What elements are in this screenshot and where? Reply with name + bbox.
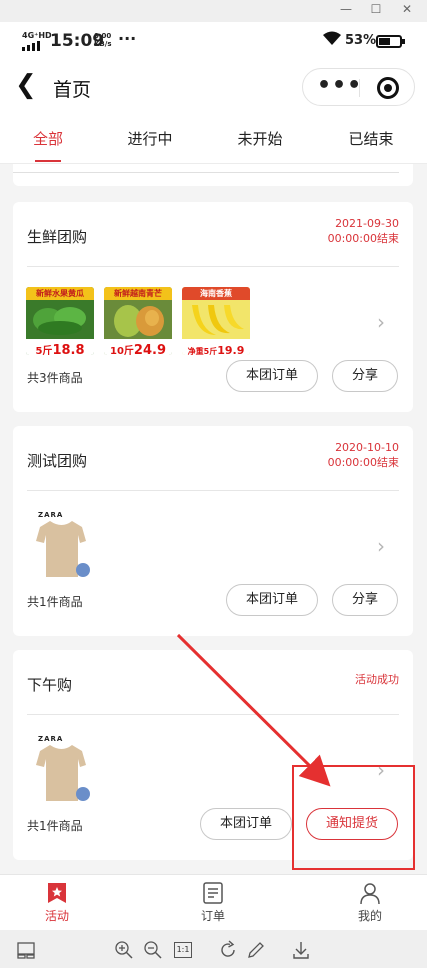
bottom-tab-activity[interactable]: 活动 [27, 881, 87, 924]
price-value: 24.9 [133, 343, 166, 355]
product-thumb-tshirt[interactable]: ZARA [26, 735, 94, 803]
share-button[interactable]: 分享 [332, 584, 398, 616]
card-divider [27, 266, 399, 267]
price-unit: 净重5斤 [187, 347, 218, 355]
net-speed-value: 0.00 [94, 32, 112, 40]
tab-in-progress[interactable]: 进行中 [110, 128, 190, 149]
product-price: 10斤24.9 [104, 339, 172, 355]
brand-logo: ZARA [38, 735, 64, 743]
panel-toggle-icon[interactable] [16, 940, 36, 960]
end-time: 00:00:00结束 [327, 232, 399, 245]
group-orders-button[interactable]: 本团订单 [226, 584, 318, 616]
net-speed: 0.00 KB/s [94, 32, 111, 48]
product-banner: 海南香蕉 [182, 287, 250, 300]
zoom-out-icon[interactable] [143, 940, 163, 960]
cucumber-image [33, 307, 86, 335]
group-buy-card[interactable]: 生鲜团购 2021-09-30 00:00:00结束 新鲜水果黄瓜 5斤18.8… [13, 202, 413, 412]
share-button[interactable]: 分享 [332, 360, 398, 392]
badge-icon [76, 563, 90, 577]
price-unit: 10斤 [110, 346, 134, 355]
viewer-toolbar: 1:1 [0, 930, 427, 968]
wifi-icon [323, 31, 341, 45]
bottom-tab-bar: 活动 订单 我的 [0, 874, 427, 930]
end-date: 2021-09-30 [335, 217, 399, 230]
battery-percent: 53% [345, 33, 377, 48]
bottom-tab-orders[interactable]: 订单 [183, 881, 243, 924]
zoom-in-icon[interactable] [114, 940, 134, 960]
card-title: 测试团购 [27, 452, 88, 470]
tab-bar: 全部 进行中 未开始 已结束 [0, 112, 427, 164]
person-icon [360, 883, 380, 905]
card-divider [27, 714, 399, 715]
actual-size-button[interactable]: 1:1 [174, 942, 192, 958]
rotate-icon[interactable] [218, 940, 238, 960]
brand-logo: ZARA [38, 511, 64, 519]
battery-icon [376, 35, 405, 48]
download-icon[interactable] [291, 940, 311, 960]
product-thumb-mango[interactable]: 新鲜越南青芒 10斤24.9 [104, 287, 172, 355]
status-text: 活动成功 [355, 673, 399, 686]
bottom-tab-label: 订单 [200, 909, 225, 923]
maximize-icon[interactable]: ☐ [364, 2, 388, 16]
product-price: 净重5斤19.9 [182, 339, 250, 355]
document-icon [203, 882, 223, 904]
back-arrow-icon[interactable]: ❮ [15, 72, 37, 98]
window-titlebar: — ☐ ✕ [0, 0, 427, 22]
item-count: 共1件商品 [27, 595, 83, 609]
price-value: 18.8 [52, 343, 85, 355]
product-thumb-banana[interactable]: 海南香蕉 净重5斤19.9 [182, 287, 250, 355]
card-divider [27, 490, 399, 491]
minimize-icon[interactable]: — [334, 2, 358, 16]
card-status: 2021-09-30 00:00:00结束 [328, 216, 399, 246]
close-icon[interactable]: ✕ [395, 2, 419, 16]
end-time: 00:00:00结束 [327, 456, 399, 469]
close-miniprogram-icon[interactable] [377, 77, 399, 99]
network-indicator: 4G⁺HD [22, 31, 52, 40]
more-options-icon[interactable]: ••• [317, 75, 362, 97]
edit-pen-icon[interactable] [246, 940, 266, 960]
product-banner: 新鲜越南青芒 [104, 287, 172, 300]
tab-not-started[interactable]: 未开始 [220, 128, 300, 149]
mango-image [114, 305, 164, 337]
product-banner: 新鲜水果黄瓜 [26, 287, 94, 300]
page-title: 首页 [53, 79, 92, 101]
card-title: 下午购 [27, 676, 73, 694]
bottom-tab-label: 我的 [357, 909, 382, 923]
group-buy-card[interactable]: 测试团购 2020-10-10 00:00:00结束 ZARA › 共1件商品 … [13, 426, 413, 636]
annotation-highlight-box [292, 765, 415, 870]
group-orders-button[interactable]: 本团订单 [226, 360, 318, 392]
nav-bar: ❮ 首页 ••• [0, 62, 427, 112]
product-price: 5斤18.8 [26, 339, 94, 355]
status-bar: 4G⁺HD 15:09 0.00 KB/s ··· 53% [0, 22, 427, 62]
product-thumb-cucumber[interactable]: 新鲜水果黄瓜 5斤18.8 [26, 287, 94, 355]
banana-image [192, 305, 244, 335]
price-value: 19.9 [217, 344, 245, 355]
signal-icon [22, 41, 40, 51]
star-flag-icon [48, 883, 66, 903]
end-date: 2020-10-10 [335, 441, 399, 454]
capsule-divider [359, 79, 360, 97]
previous-card-bottom [13, 164, 413, 186]
net-speed-unit: KB/s [94, 40, 112, 48]
tab-ended[interactable]: 已结束 [331, 128, 411, 149]
chevron-right-icon[interactable]: › [377, 534, 385, 558]
price-unit: 5斤 [35, 346, 53, 355]
chevron-right-icon[interactable]: › [377, 310, 385, 334]
card-status: 2020-10-10 00:00:00结束 [328, 440, 399, 470]
bottom-tab-label: 活动 [44, 909, 69, 923]
card-title: 生鲜团购 [27, 228, 88, 246]
item-count: 共3件商品 [27, 371, 83, 385]
item-count: 共1件商品 [27, 819, 83, 833]
group-orders-button[interactable]: 本团订单 [200, 808, 292, 840]
miniprogram-capsule: ••• [302, 68, 415, 106]
active-tab-indicator [35, 160, 61, 162]
tab-all[interactable]: 全部 [8, 128, 88, 149]
card-status: 活动成功 [355, 672, 399, 687]
product-thumb-tshirt[interactable]: ZARA [26, 511, 94, 579]
badge-icon [76, 787, 90, 801]
more-notifications-icon: ··· [118, 29, 137, 48]
bottom-tab-mine[interactable]: 我的 [340, 881, 400, 924]
